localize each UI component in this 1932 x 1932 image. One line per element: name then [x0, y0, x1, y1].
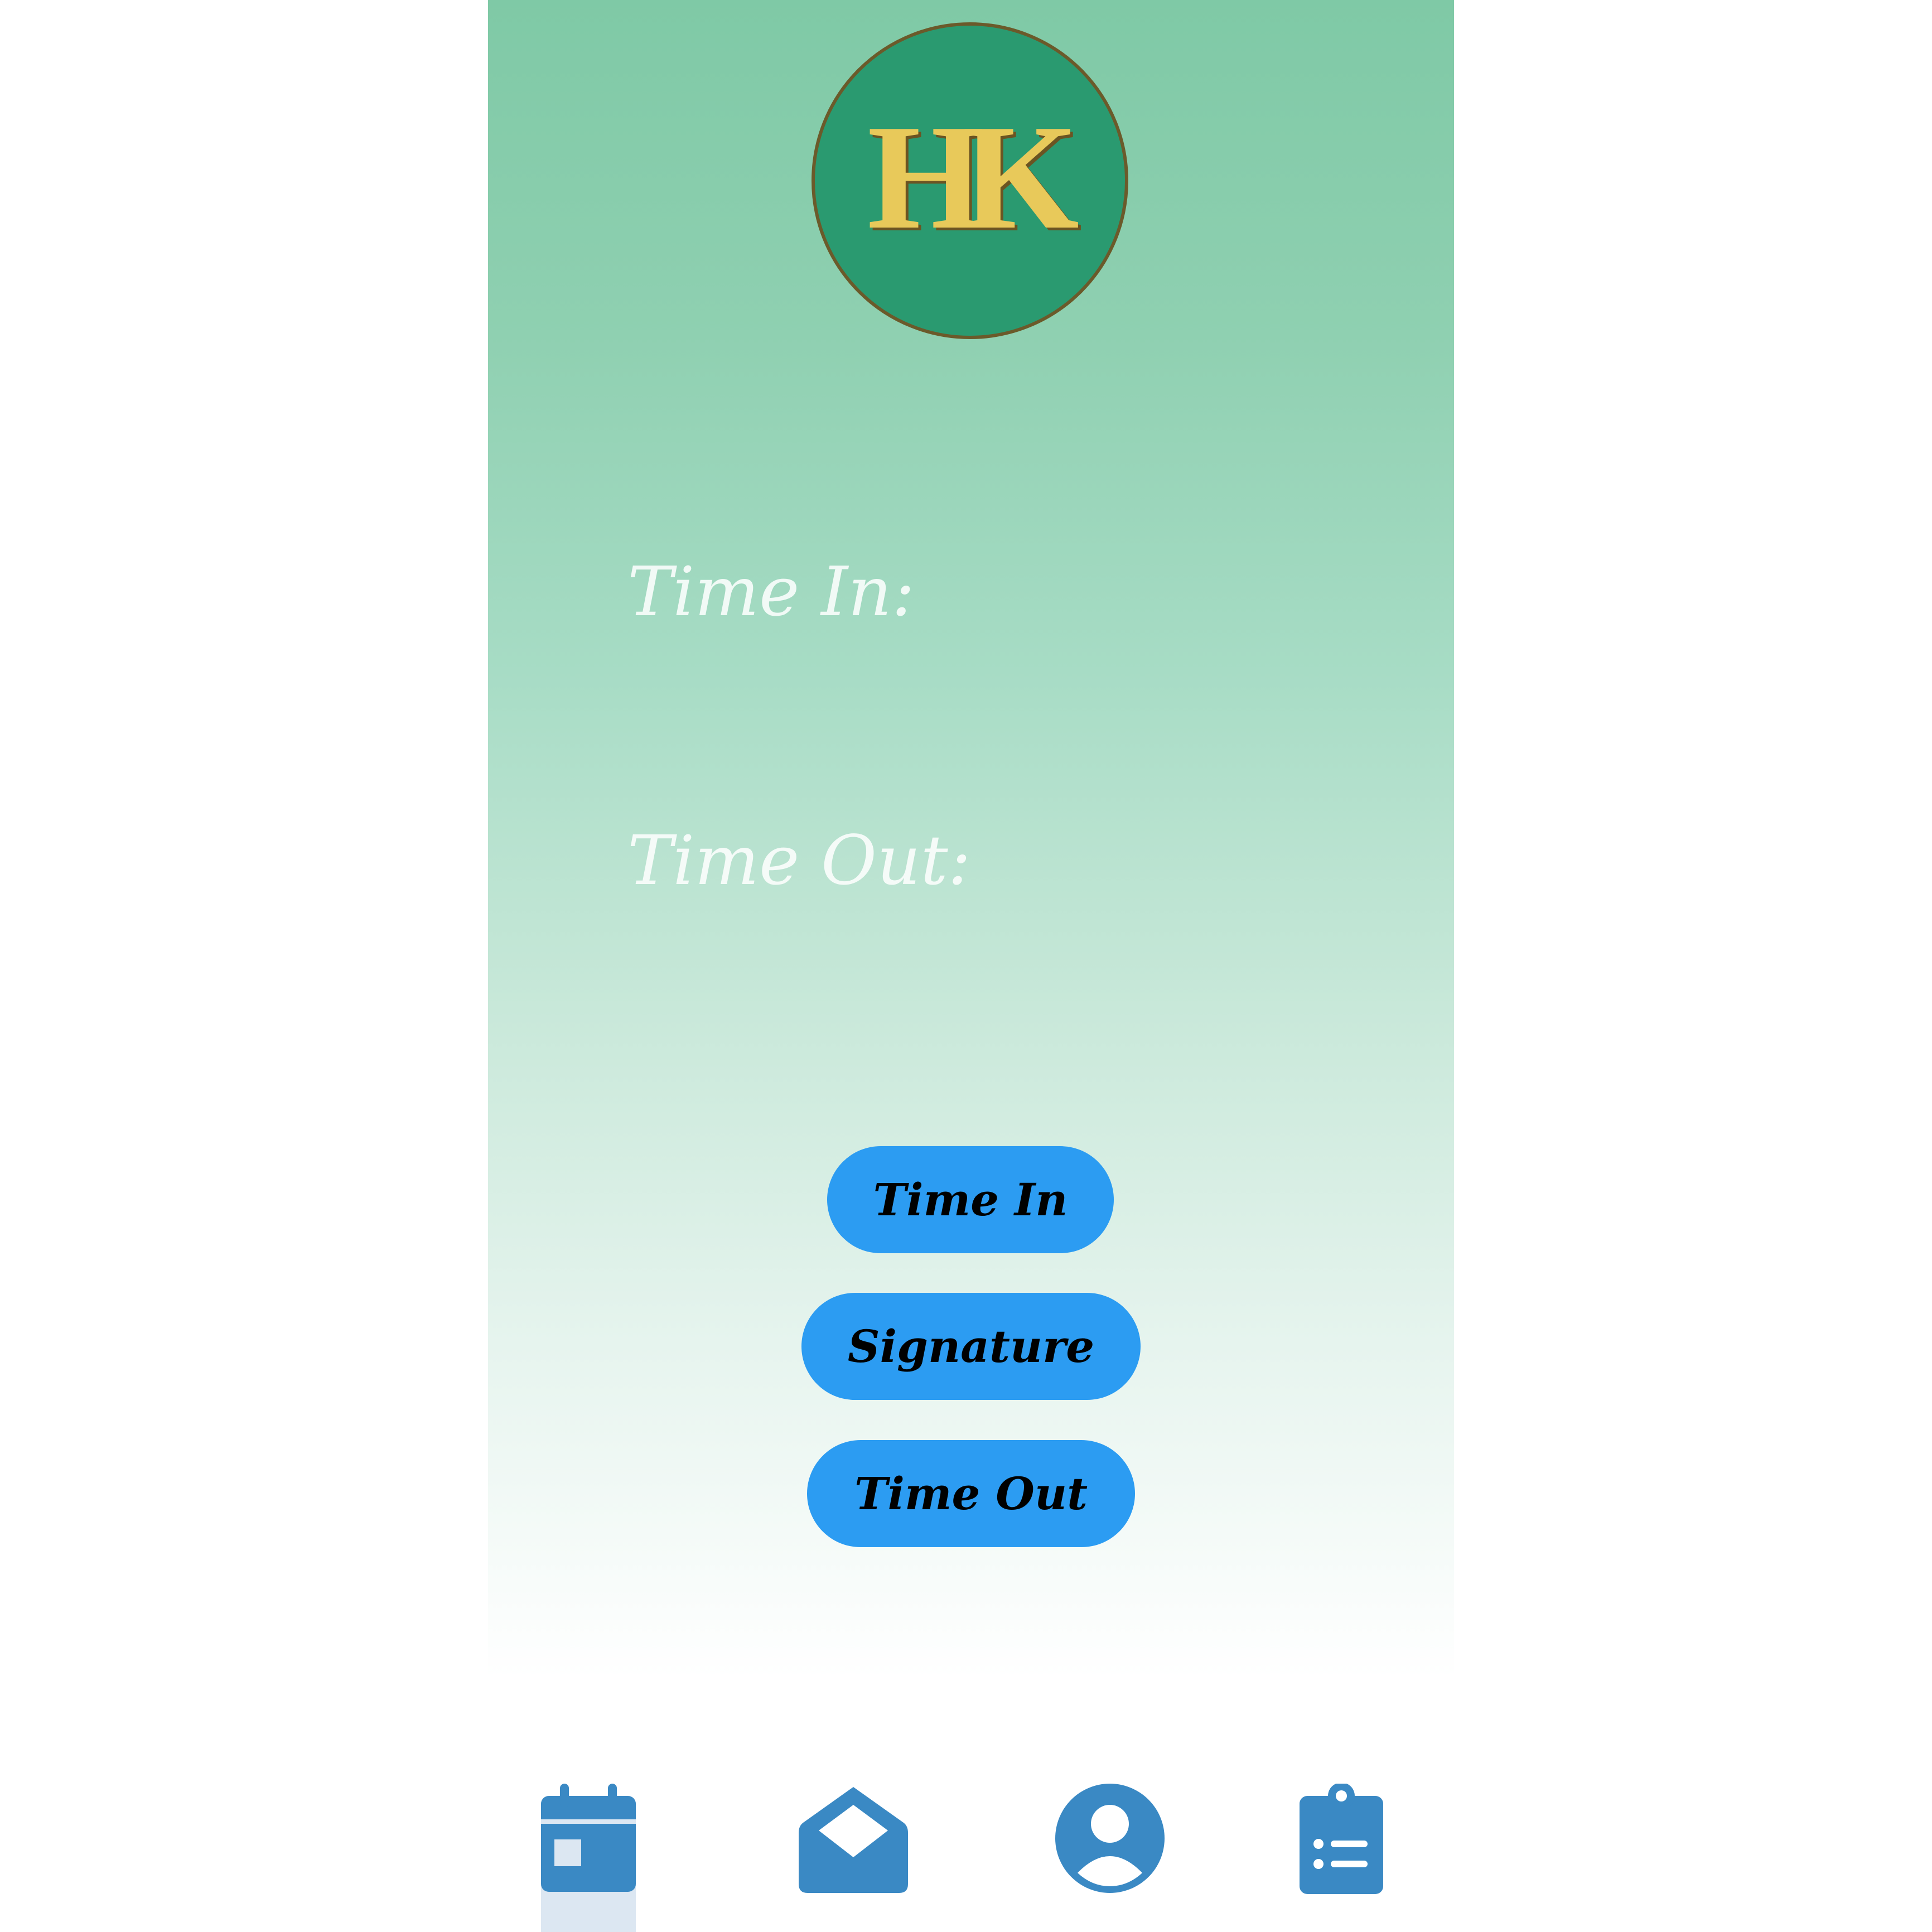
nav-item-tasks[interactable]: [1291, 1779, 1392, 1932]
nav-item-messages[interactable]: [792, 1779, 915, 1932]
time-in-button[interactable]: Time In: [827, 1146, 1114, 1253]
signature-button[interactable]: Signature: [801, 1293, 1141, 1400]
logo-monogram: HK: [867, 94, 1079, 260]
nav-item-profile[interactable]: [1049, 1779, 1171, 1932]
clipboard-list-icon: [1300, 1784, 1383, 1894]
mail-open-icon: [799, 1787, 908, 1893]
company-logo: HK: [812, 22, 1128, 339]
time-in-label: Time In:: [627, 552, 915, 631]
calendar-icon: [541, 1784, 636, 1892]
app-screen: HK Time In: Time Out: Time In Signature …: [488, 0, 1454, 1932]
nav-item-calendar[interactable]: [541, 1779, 636, 1932]
time-out-label: Time Out:: [627, 821, 971, 900]
bottom-nav: [488, 1779, 1454, 1932]
time-out-button[interactable]: Time Out: [807, 1440, 1135, 1547]
user-circle-icon: [1055, 1784, 1165, 1893]
main-content: HK Time In: Time Out: Time In Signature …: [488, 0, 1454, 1679]
